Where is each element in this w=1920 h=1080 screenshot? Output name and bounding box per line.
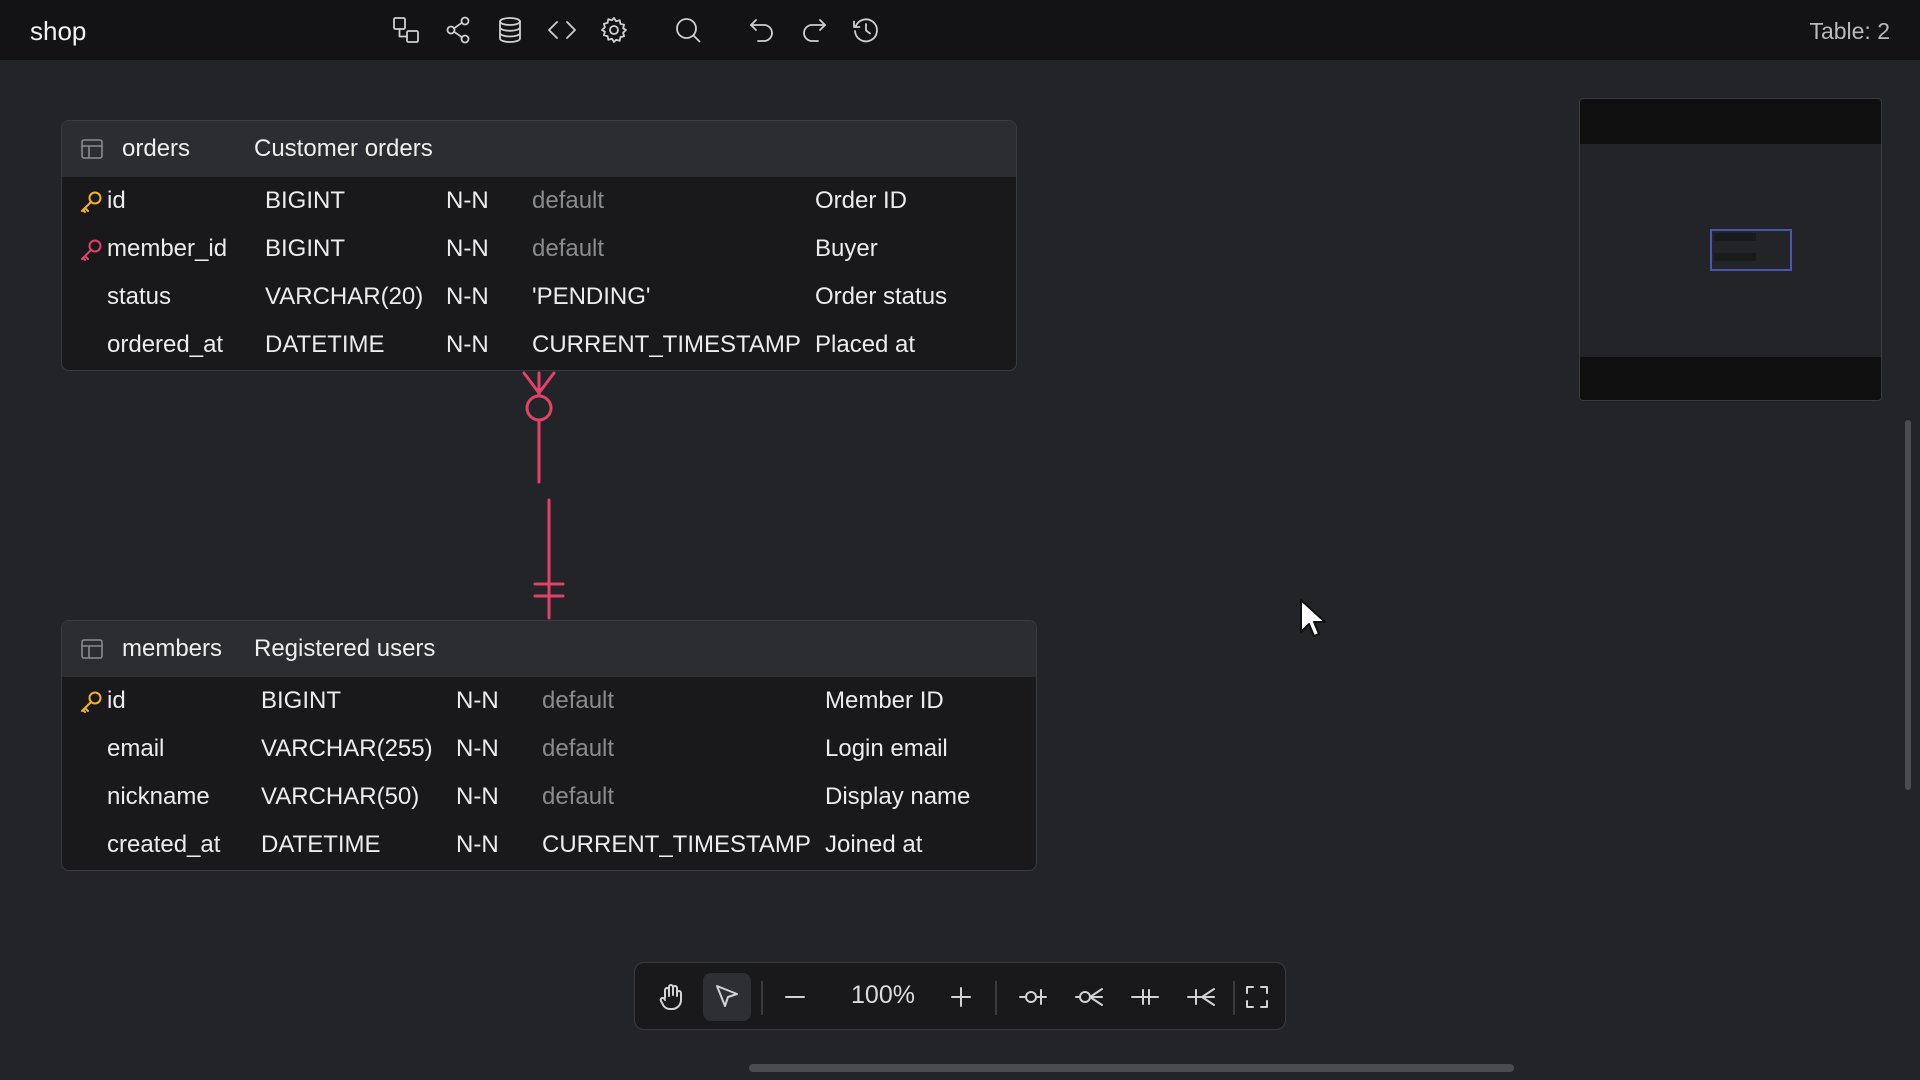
column-comment[interactable]: Order ID [815,187,907,215]
table-icon [80,137,104,161]
column-default[interactable]: default [542,783,614,811]
history-icon[interactable] [846,10,886,50]
column-not-null[interactable]: N-N [456,831,499,859]
column-name[interactable]: ordered_at [107,331,223,359]
undo-icon[interactable] [742,10,782,50]
primary-key-icon [78,189,104,215]
app-name: shop [30,16,87,46]
column-comment[interactable]: Login email [825,735,948,763]
column-comment[interactable]: Joined at [825,831,922,859]
table-name: members [122,635,223,662]
main-toolbar [386,10,898,50]
settings-icon[interactable] [594,10,634,50]
column-default[interactable]: CURRENT_TIMESTAMP [532,331,801,359]
foreign-key-icon [78,237,104,263]
column-not-null[interactable]: N-N [446,283,489,311]
select-tool-icon[interactable] [703,973,751,1021]
column-row[interactable]: email VARCHAR(255) N-N default Login email [62,725,1036,773]
column-comment[interactable]: Placed at [815,331,915,359]
column-not-null[interactable]: N-N [456,735,499,763]
column-not-null[interactable]: N-N [446,331,489,359]
column-default[interactable]: default [532,187,604,215]
column-comment[interactable]: Order status [815,283,947,311]
column-type[interactable]: BIGINT [265,235,345,263]
horizontal-scrollbar[interactable] [749,1064,1514,1072]
zoom-out-icon[interactable] [771,973,819,1021]
table-orders[interactable]: orders Customer orders id BIGINT N-N defaul… [61,120,1017,371]
redo-icon[interactable] [794,10,834,50]
column-not-null[interactable]: N-N [446,235,489,263]
column-row[interactable]: status VARCHAR(20) N-N 'PENDING' Order statu… [62,273,1016,321]
column-name[interactable]: created_at [107,831,220,859]
database-icon[interactable] [490,10,530,50]
table-members[interactable]: members Registered users id BIGINT N-N defa… [61,620,1037,871]
zoom-in-icon[interactable] [937,973,985,1021]
column-row[interactable]: created_at DATETIME N-N CURRENT_TIMESTAMP Jo… [62,821,1036,869]
column-row[interactable]: id BIGINT N-N default Member ID [62,677,1036,725]
table-comment: Registered users [254,635,436,662]
column-type[interactable]: BIGINT [261,687,341,715]
column-row[interactable]: id BIGINT N-N default Order ID [62,177,1016,225]
column-name[interactable]: member_id [107,235,227,263]
column-comment[interactable]: Member ID [825,687,944,715]
column-row[interactable]: nickname VARCHAR(50) N-N default Display nam… [62,773,1036,821]
search-icon[interactable] [668,10,708,50]
column-comment[interactable]: Display name [825,783,970,811]
column-default[interactable]: 'PENDING' [532,283,651,311]
diagram-icon[interactable] [386,10,426,50]
code-icon[interactable] [542,10,582,50]
table-comment: Customer orders [254,135,433,162]
column-name[interactable]: nickname [107,783,210,811]
column-type[interactable]: VARCHAR(255) [261,735,433,763]
column-default[interactable]: default [542,735,614,763]
table-name: orders [122,135,191,162]
column-not-null[interactable]: N-N [446,187,489,215]
minimap-viewport[interactable] [1710,229,1792,271]
column-row[interactable]: ordered_at DATETIME N-N CURRENT_TIMESTAMP Pl… [62,321,1016,369]
table-header[interactable]: members Registered users [62,621,1036,677]
column-type[interactable]: DATETIME [265,331,385,359]
zero-or-many-icon[interactable] [1065,973,1113,1021]
column-not-null[interactable]: N-N [456,687,499,715]
fullscreen-icon[interactable] [1233,973,1281,1021]
primary-key-icon [78,689,104,715]
column-not-null[interactable]: N-N [456,783,499,811]
canvas-toolbar: 100% [634,962,1286,1030]
column-name[interactable]: id [107,187,126,215]
vertical-scrollbar[interactable] [1905,420,1911,790]
zero-or-one-icon[interactable] [1009,973,1057,1021]
hand-tool-icon[interactable] [647,973,695,1021]
column-comment[interactable]: Buyer [815,235,878,263]
column-type[interactable]: VARCHAR(50) [261,783,419,811]
mouse-cursor-icon [1300,599,1326,637]
column-default[interactable]: CURRENT_TIMESTAMP [542,831,811,859]
column-default[interactable]: default [542,687,614,715]
table-icon [80,637,104,661]
column-type[interactable]: DATETIME [261,831,381,859]
table-header[interactable]: orders Customer orders [62,121,1016,177]
one-or-many-icon[interactable] [1177,973,1225,1021]
table-count: Table: 2 [1809,18,1890,44]
minimap[interactable] [1579,98,1882,401]
zoom-level[interactable]: 100% [835,981,931,1010]
share-icon[interactable] [438,10,478,50]
column-name[interactable]: email [107,735,164,763]
column-type[interactable]: BIGINT [265,187,345,215]
column-name[interactable]: status [107,283,171,311]
column-default[interactable]: default [532,235,604,263]
column-name[interactable]: id [107,687,126,715]
top-bar: shop Table: 2 [0,0,1920,60]
one-only-icon[interactable] [1121,973,1169,1021]
column-type[interactable]: VARCHAR(20) [265,283,423,311]
column-row[interactable]: member_id BIGINT N-N default Buyer [62,225,1016,273]
